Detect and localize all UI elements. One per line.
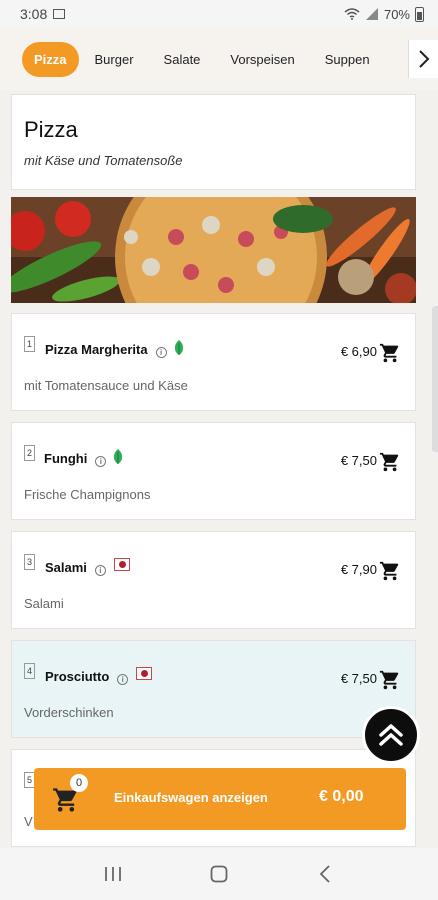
menu-item[interactable]: 3 Salami i Salami € 7,90 [11, 531, 416, 629]
back-icon [319, 865, 330, 883]
battery-percent: 70% [383, 6, 410, 22]
item-number: 4 [24, 663, 35, 679]
recent-apps-icon [105, 867, 121, 881]
item-name-line: Salami i [45, 558, 130, 576]
category-title: Pizza [24, 117, 78, 142]
item-number: 3 [24, 554, 35, 570]
menu-item[interactable]: 1 Pizza Margherita i mit Tomatensauce und… [11, 313, 416, 411]
recent-apps-button[interactable] [93, 859, 133, 889]
status-right: 70% [344, 6, 424, 22]
item-name: Pizza Margherita [45, 342, 148, 357]
cart-count-badge: 0 [70, 774, 88, 792]
image-notification-icon [53, 9, 66, 19]
info-icon[interactable]: i [117, 674, 129, 685]
pizza-image [11, 197, 416, 303]
item-number: 1 [24, 336, 35, 352]
meat-icon [136, 667, 153, 680]
add-to-cart-icon[interactable] [379, 669, 401, 696]
item-price: € 6,90 [340, 344, 377, 359]
vegetarian-leaf-icon [173, 340, 185, 359]
item-name: Prosciutto [45, 669, 110, 684]
view-cart-button[interactable]: 0 Einkaufswagen anzeigen € 0,00 [34, 768, 406, 830]
tab-vorspeisen[interactable]: Vorspeisen [230, 52, 294, 67]
item-description: Salami [24, 596, 64, 611]
chevron-right-icon [418, 50, 429, 68]
item-name-line: Prosciutto i [45, 667, 153, 685]
category-banner-image [11, 197, 416, 303]
item-name: Salami [45, 560, 87, 575]
info-icon[interactable]: i [155, 347, 167, 358]
category-subtitle: mit Käse und Tomatensoße [24, 153, 183, 168]
info-icon[interactable]: i [94, 565, 106, 576]
signal-icon [365, 8, 378, 20]
status-bar: 3:08 70% [0, 0, 438, 28]
item-description: V [24, 814, 33, 829]
item-description: mit Tomatensauce und Käse [24, 378, 188, 393]
battery-icon [415, 6, 424, 22]
menu-item[interactable]: 2 Funghi i Frische Champignons € 7,50 [11, 422, 416, 520]
category-header: Pizza mit Käse und Tomatensoße [11, 94, 416, 190]
home-button[interactable] [199, 859, 239, 889]
item-description: Frische Champignons [24, 487, 151, 502]
info-icon[interactable]: i [95, 456, 107, 467]
cart-label: Einkaufswagen anzeigen [114, 790, 268, 805]
vegetarian-leaf-icon [112, 449, 124, 468]
system-navigation-bar [0, 848, 438, 900]
menu-item[interactable]: 4 Prosciutto i Vorderschinken € 7,50 [11, 640, 416, 738]
tab-salate[interactable]: Salate [164, 52, 201, 67]
tab-pizza[interactable]: Pizza [22, 41, 79, 77]
scroll-to-top-button[interactable] [362, 706, 420, 764]
edge-panel-handle[interactable] [432, 306, 438, 452]
tab-suppen[interactable]: Suppen [325, 52, 370, 67]
item-number: 2 [24, 445, 35, 461]
cart-total: € 0,00 [319, 788, 364, 805]
category-tabs: Pizza Burger Salate Vorspeisen Suppen [0, 28, 438, 90]
item-name-line: Funghi i [44, 449, 124, 468]
status-time: 3:08 [20, 6, 48, 22]
home-icon [210, 865, 228, 883]
tab-burger[interactable]: Burger [95, 52, 134, 67]
item-name: Funghi [44, 451, 88, 466]
double-chevron-up-icon [379, 724, 403, 746]
add-to-cart-icon[interactable] [379, 451, 401, 478]
tabs-scroll-right-button[interactable] [408, 40, 438, 78]
item-price: € 7,50 [340, 671, 377, 686]
item-name-line: Pizza Margherita i [45, 340, 185, 359]
item-description: Vorderschinken [24, 705, 114, 720]
meat-icon [113, 558, 130, 571]
wifi-icon [344, 8, 360, 20]
add-to-cart-icon[interactable] [379, 560, 401, 587]
add-to-cart-icon[interactable] [379, 342, 401, 369]
back-button[interactable] [305, 859, 345, 889]
item-price: € 7,50 [340, 453, 377, 468]
item-price: € 7,90 [340, 562, 377, 577]
